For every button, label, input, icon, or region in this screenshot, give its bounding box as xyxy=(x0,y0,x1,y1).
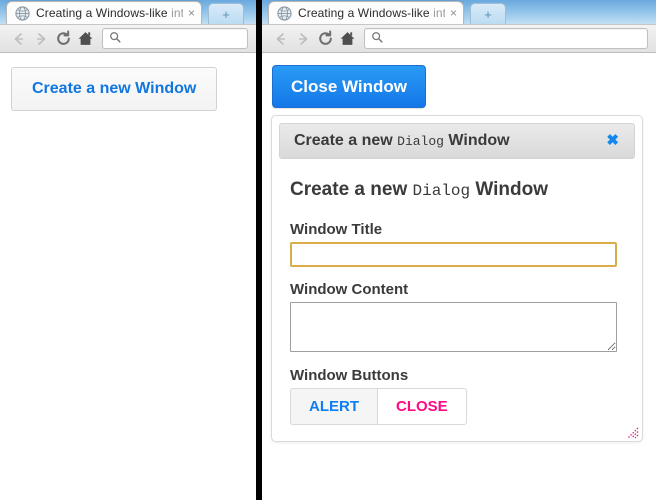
forward-icon-left[interactable] xyxy=(30,28,52,50)
address-input-left[interactable] xyxy=(126,30,241,47)
browser-window-right: Creating a Windows-like int × + Close Wi… xyxy=(262,0,656,500)
window-buttons-label: Window Buttons xyxy=(290,367,409,384)
resize-grip-icon[interactable] xyxy=(625,425,639,439)
reload-icon-right[interactable] xyxy=(314,28,336,50)
dialog-heading-text-mono: Dialog xyxy=(412,182,471,200)
tab-close-icon-right[interactable]: × xyxy=(450,7,457,19)
toolbar-left xyxy=(0,24,256,53)
create-new-window-button[interactable]: Create a new Window xyxy=(11,67,218,111)
home-icon-left[interactable] xyxy=(74,28,96,50)
home-icon-right[interactable] xyxy=(336,28,358,50)
dialog-heading: Create a new Dialog Window xyxy=(290,179,624,201)
tab-title-right: Creating a Windows-like int xyxy=(298,6,445,20)
dialog-heading-text-after: Window xyxy=(470,179,549,200)
page-viewport-right: Close Window Create a new Dialog Window … xyxy=(262,53,656,499)
tab-title-main-left: Creating a Windows-like xyxy=(36,6,172,20)
window-title-label: Window Title xyxy=(290,221,383,238)
dialog-window: Create a new Dialog Window ✖ Create a ne… xyxy=(271,115,643,442)
plus-icon-left: + xyxy=(222,6,230,22)
reload-icon-left[interactable] xyxy=(52,28,74,50)
window-content-label: Window Content xyxy=(290,281,409,298)
dialog-titlebar-text-mono: Dialog xyxy=(397,134,444,149)
globe-icon xyxy=(15,5,30,21)
tab-title-main-right: Creating a Windows-like xyxy=(298,6,434,20)
dialog-body: Create a new Dialog Window Window Title … xyxy=(272,159,642,441)
dialog-titlebar-text-before: Create a new xyxy=(294,132,398,149)
browser-tab-left[interactable]: Creating a Windows-like int × xyxy=(6,1,202,24)
address-bar-left[interactable] xyxy=(102,28,248,49)
new-tab-button-left[interactable]: + xyxy=(208,3,244,24)
plus-icon-right: + xyxy=(484,6,492,22)
address-input-right[interactable] xyxy=(388,30,641,47)
toolbar-right xyxy=(262,24,656,53)
window-title-input[interactable] xyxy=(290,242,617,267)
dialog-close-icon[interactable]: ✖ xyxy=(603,132,622,150)
window-buttons-row: ALERT CLOSE xyxy=(290,388,624,425)
globe-icon xyxy=(277,5,292,21)
address-bar-right[interactable] xyxy=(364,28,648,49)
dialog-titlebar-text: Create a new Dialog Window xyxy=(294,132,510,150)
magnifier-icon-right xyxy=(371,30,383,48)
dialog-titlebar-text-after: Window xyxy=(443,132,510,149)
browser-tab-right[interactable]: Creating a Windows-like int × xyxy=(268,1,464,24)
close-button[interactable]: CLOSE xyxy=(377,388,467,425)
tab-title-faded-left: int xyxy=(171,6,183,20)
tabstrip-left: Creating a Windows-like int × + xyxy=(0,0,256,24)
tab-title-left: Creating a Windows-like int xyxy=(36,6,183,20)
magnifier-icon-left xyxy=(109,30,121,48)
alert-button[interactable]: ALERT xyxy=(290,388,377,425)
page-viewport-left: Create a new Window xyxy=(0,53,256,499)
window-content-textarea[interactable] xyxy=(290,302,617,352)
tab-title-faded-right: int xyxy=(433,6,445,20)
new-tab-button-right[interactable]: + xyxy=(470,3,506,24)
tab-close-icon-left[interactable]: × xyxy=(188,7,195,19)
dialog-heading-text-before: Create a new xyxy=(290,179,413,200)
tabstrip-right: Creating a Windows-like int × + xyxy=(262,0,656,24)
dialog-titlebar[interactable]: Create a new Dialog Window ✖ xyxy=(279,123,635,159)
screenshot-root: Creating a Windows-like int × + Create a… xyxy=(0,0,656,500)
forward-icon-right[interactable] xyxy=(292,28,314,50)
back-icon-left[interactable] xyxy=(8,28,30,50)
back-icon-right[interactable] xyxy=(270,28,292,50)
close-window-button[interactable]: Close Window xyxy=(272,65,427,108)
browser-window-left: Creating a Windows-like int × + Create a… xyxy=(0,0,256,500)
